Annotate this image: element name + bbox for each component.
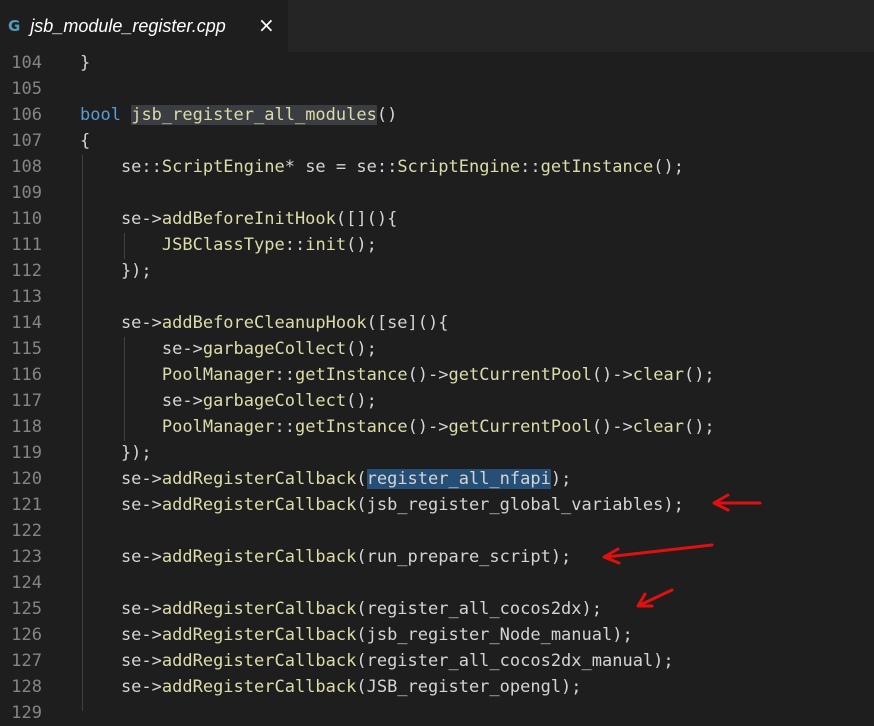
red-arrow-121 bbox=[712, 493, 762, 512]
annotation-arrows bbox=[602, 493, 762, 608]
red-arrow-123 bbox=[602, 543, 714, 565]
red-arrow-125 bbox=[636, 588, 674, 608]
